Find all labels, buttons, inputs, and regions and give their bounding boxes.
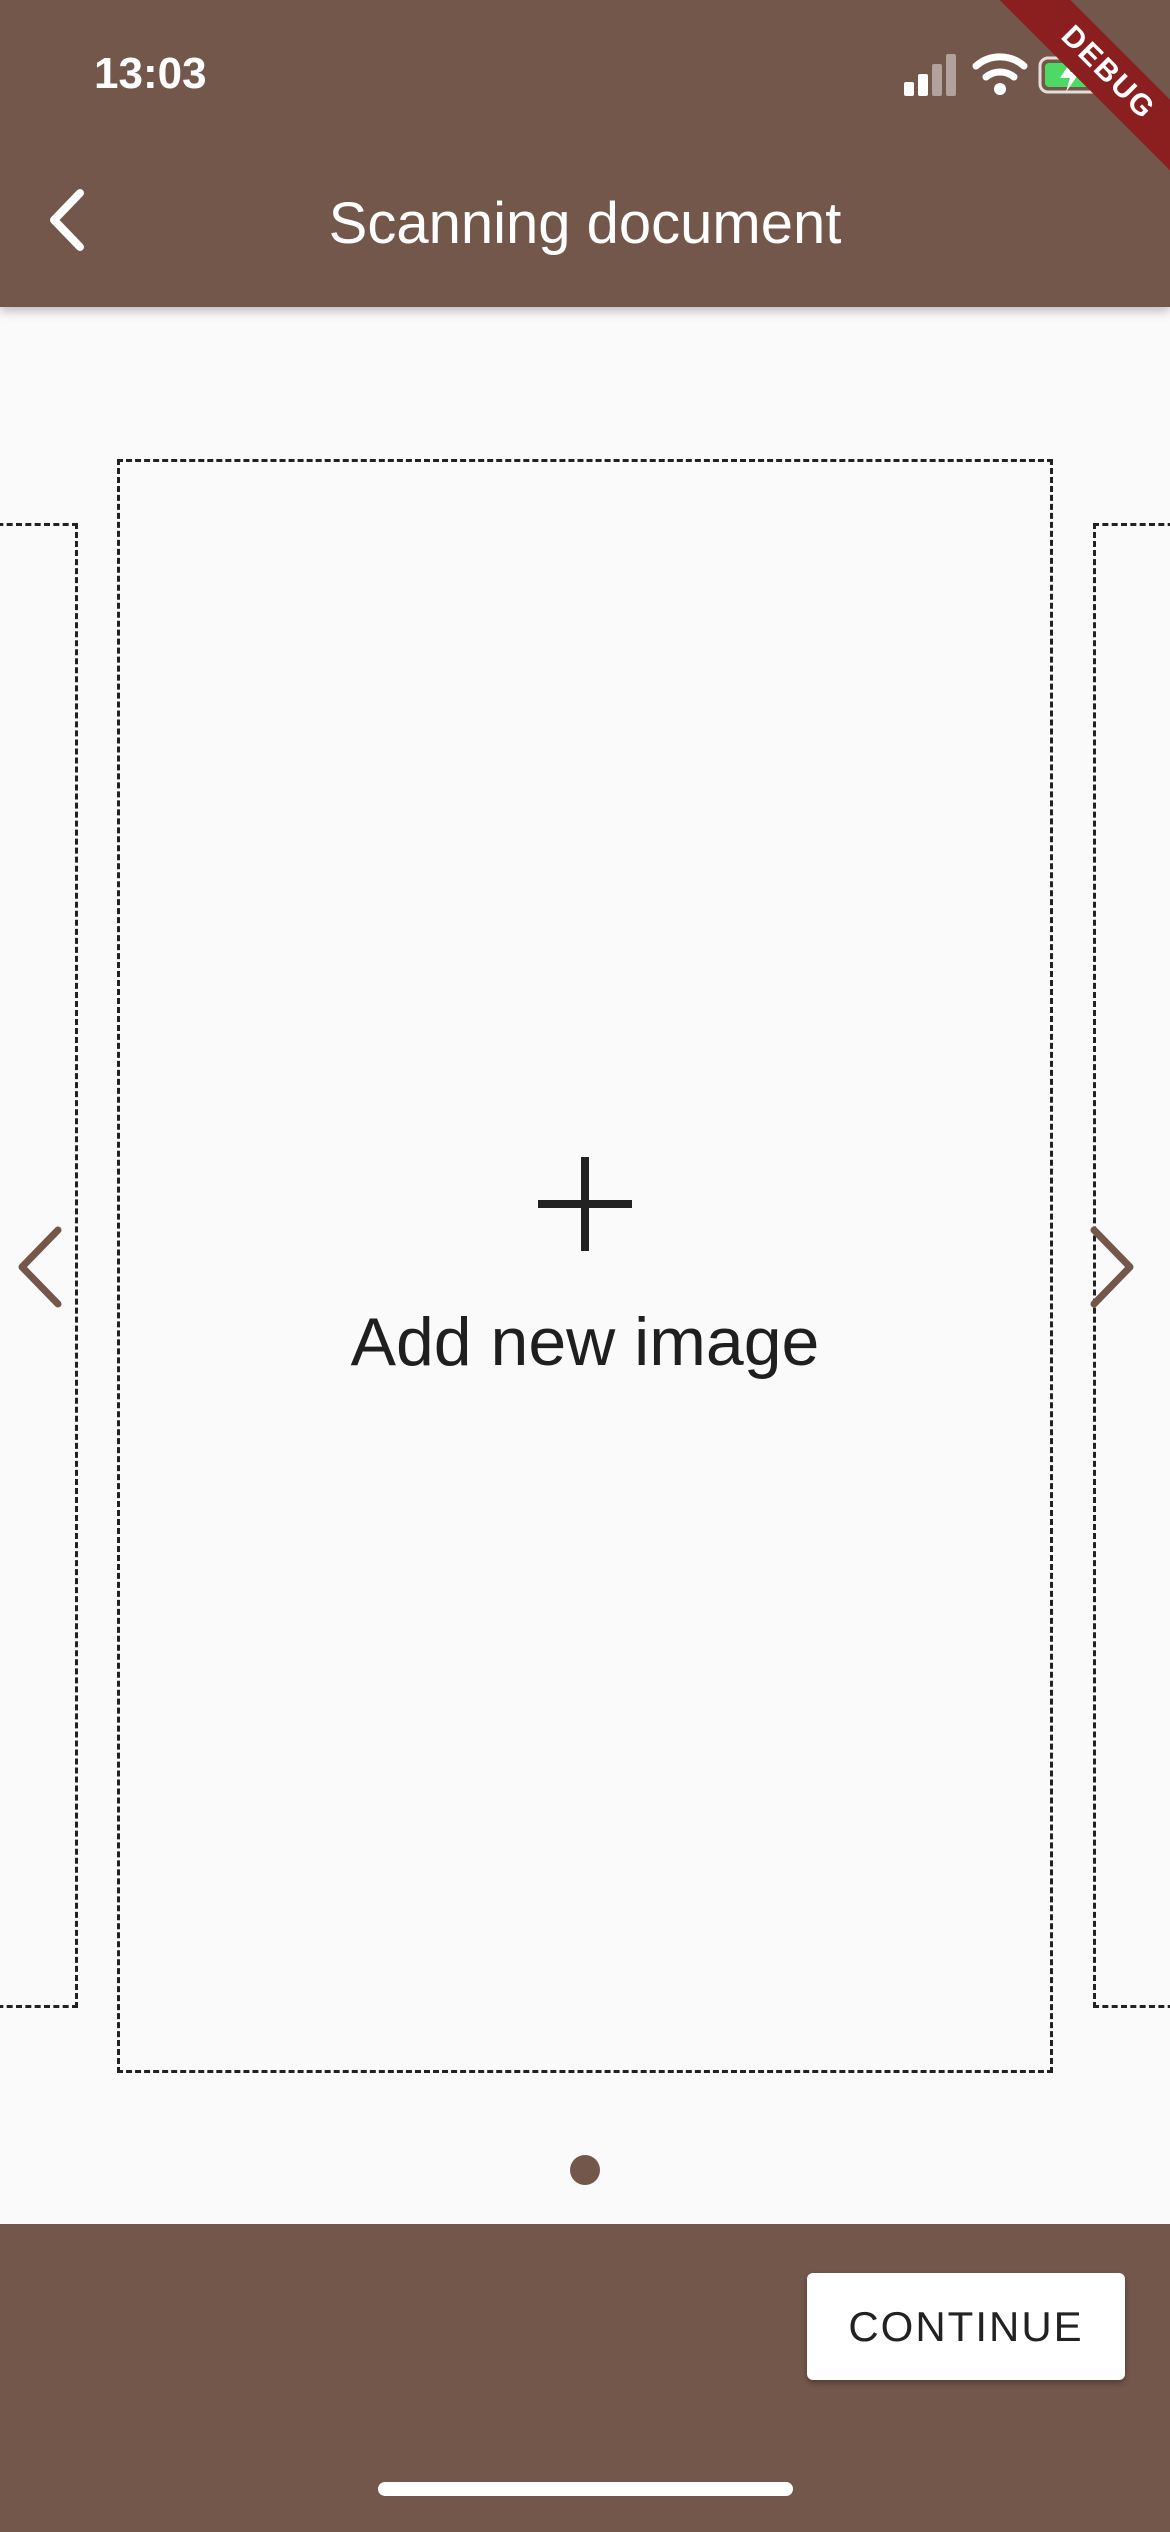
add-image-label: Add new image xyxy=(350,1304,820,1380)
page-title: Scanning document xyxy=(328,191,842,256)
status-time: 13:03 xyxy=(94,49,207,98)
app-bar: 13:03 DEBUG Scanning document xyxy=(0,0,1170,307)
debug-banner-label: DEBUG xyxy=(980,0,1170,190)
continue-button[interactable]: CONTINUE xyxy=(807,2273,1125,2380)
debug-banner: DEBUG xyxy=(980,0,1170,190)
home-indicator[interactable] xyxy=(378,2482,793,2496)
image-carousel[interactable] xyxy=(0,307,1170,2224)
chevron-right-icon[interactable] xyxy=(1080,1222,1140,1312)
chevron-left-icon[interactable] xyxy=(12,1222,72,1312)
signal-icon xyxy=(904,54,956,96)
plus-icon xyxy=(538,1157,632,1251)
page-indicator-dot xyxy=(570,2155,600,2185)
add-image-card[interactable] xyxy=(117,459,1053,2073)
